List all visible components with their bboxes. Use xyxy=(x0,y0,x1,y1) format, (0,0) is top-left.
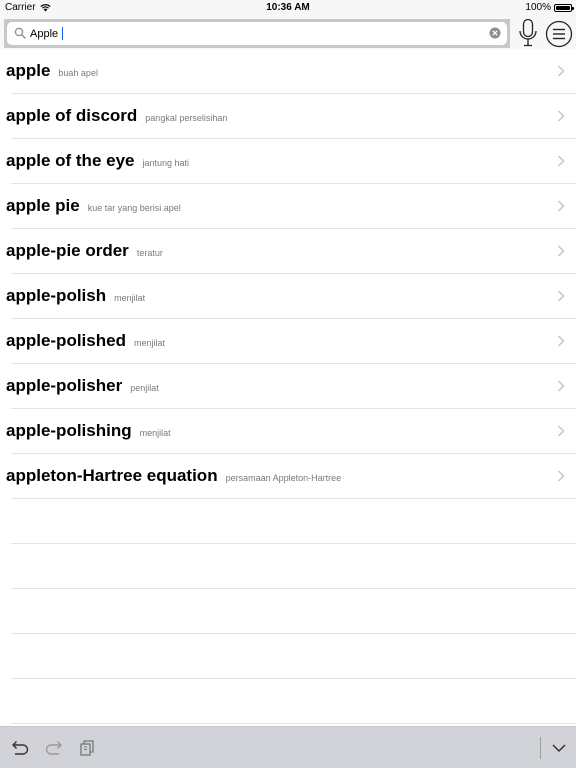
menu-icon[interactable] xyxy=(545,20,573,48)
chevron-right-icon xyxy=(557,335,565,347)
entry-term: apple of the eye xyxy=(6,151,135,170)
entry-meaning: menjilat xyxy=(133,338,165,348)
list-item[interactable]: apple-polish menjilat xyxy=(6,274,576,319)
list-item-content: apple of discord pangkal perselisihan xyxy=(6,94,227,138)
search-header xyxy=(0,16,576,49)
empty-row xyxy=(11,499,576,544)
search-icon xyxy=(14,27,26,39)
list-item-content: apple-polished menjilat xyxy=(6,319,165,363)
list-item-content: apple pie kue tar yang berisi apel xyxy=(6,184,181,228)
list-item-content: apple-polishing menjilat xyxy=(6,409,171,453)
status-right: 100% xyxy=(525,0,574,16)
chevron-right-icon xyxy=(557,425,565,437)
empty-row xyxy=(11,544,576,589)
list-item[interactable]: apple buah apel xyxy=(6,49,576,94)
entry-meaning: teratur xyxy=(136,248,163,258)
results-list: apple buah apel apple of discord pangkal pe… xyxy=(0,49,576,724)
list-item-content: apple-pie order teratur xyxy=(6,229,163,273)
list-item[interactable]: apple-pie order teratur xyxy=(6,229,576,274)
entry-term: appleton-Hartree equation xyxy=(6,466,218,485)
chevron-right-icon xyxy=(557,200,565,212)
entry-meaning: pangkal perselisihan xyxy=(145,113,228,123)
battery-icon xyxy=(554,4,574,12)
status-bar: Carrier 10:36 AM 100% xyxy=(0,0,576,16)
search-input[interactable] xyxy=(30,22,470,45)
empty-row xyxy=(11,679,576,724)
chevron-right-icon xyxy=(557,380,565,392)
list-item[interactable]: apple-polished menjilat xyxy=(6,319,576,364)
entry-term: apple-polish xyxy=(6,286,107,305)
entry-meaning: jantung hati xyxy=(142,158,190,168)
list-item[interactable]: appleton-Hartree equation persamaan Apple… xyxy=(6,454,576,499)
battery-percentage: 100% xyxy=(525,2,551,13)
list-item[interactable]: apple pie kue tar yang berisi apel xyxy=(6,184,576,229)
toolbar-divider xyxy=(540,737,541,759)
search-field[interactable] xyxy=(7,22,507,45)
chevron-right-icon xyxy=(557,470,565,482)
entry-term: apple of discord xyxy=(6,106,138,125)
chevron-down-icon[interactable] xyxy=(549,739,569,757)
text-cursor xyxy=(62,27,63,40)
entry-term: apple xyxy=(6,61,51,80)
list-item-content: apple-polisher penjilat xyxy=(6,364,159,408)
chevron-right-icon xyxy=(557,290,565,302)
copy-icon[interactable] xyxy=(78,739,98,757)
list-item[interactable]: apple-polisher penjilat xyxy=(6,364,576,409)
list-item-content: apple of the eye jantung hati xyxy=(6,139,189,183)
redo-icon[interactable] xyxy=(44,739,64,757)
empty-row xyxy=(11,634,576,679)
chevron-right-icon xyxy=(557,65,565,77)
chevron-right-icon xyxy=(557,245,565,257)
entry-meaning: buah apel xyxy=(58,68,98,78)
list-item[interactable]: apple of discord pangkal perselisihan xyxy=(6,94,576,139)
search-bar xyxy=(4,19,510,48)
entry-meaning: menjilat xyxy=(139,428,171,438)
list-item-content: apple buah apel xyxy=(6,49,98,93)
entry-term: apple-polishing xyxy=(6,421,132,440)
empty-row xyxy=(11,589,576,634)
entry-term: apple-pie order xyxy=(6,241,129,260)
entry-meaning: menjilat xyxy=(114,293,146,303)
microphone-icon[interactable] xyxy=(516,18,540,48)
list-item-content: appleton-Hartree equation persamaan Apple… xyxy=(6,454,341,498)
list-item[interactable]: apple-polishing menjilat xyxy=(6,409,576,454)
bottom-toolbar xyxy=(0,726,576,768)
list-item-content: apple-polish menjilat xyxy=(6,274,145,318)
entry-meaning: penjilat xyxy=(130,383,159,393)
chevron-right-icon xyxy=(557,155,565,167)
list-item[interactable]: apple of the eye jantung hati xyxy=(6,139,576,184)
chevron-right-icon xyxy=(557,110,565,122)
clear-icon[interactable] xyxy=(489,27,501,39)
undo-icon[interactable] xyxy=(10,739,30,757)
entry-term: apple-polished xyxy=(6,331,126,350)
entry-meaning: persamaan Appleton-Hartree xyxy=(225,473,342,483)
entry-meaning: kue tar yang berisi apel xyxy=(87,203,181,213)
entry-term: apple-polisher xyxy=(6,376,123,395)
clock: 10:36 AM xyxy=(266,2,310,13)
entry-term: apple pie xyxy=(6,196,80,215)
